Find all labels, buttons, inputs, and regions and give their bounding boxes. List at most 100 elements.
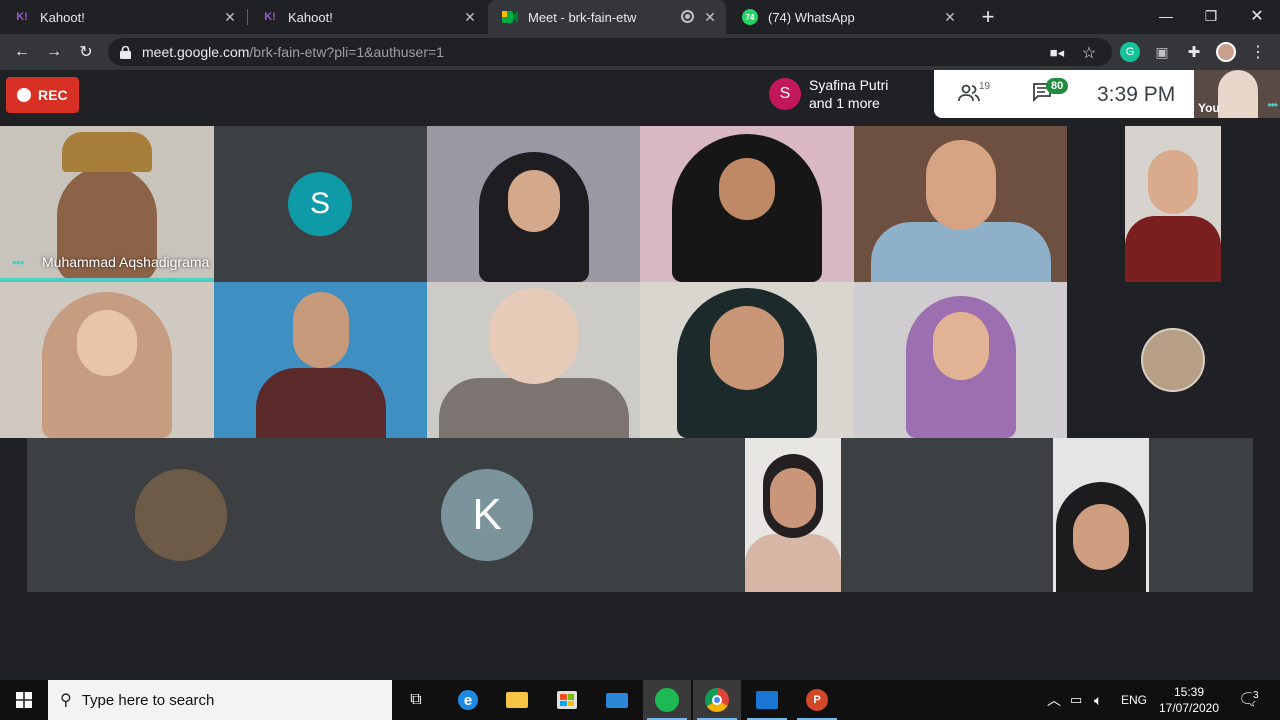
participant-tile[interactable] (427, 282, 640, 438)
notification-count: 3 (1251, 690, 1261, 701)
taskbar-date: 17/07/2020 (1158, 701, 1220, 715)
people-icon[interactable] (958, 84, 980, 107)
self-label: You (1198, 101, 1220, 115)
participant-face (77, 310, 137, 376)
participant-face (719, 158, 775, 220)
windows-taskbar: ⚲ Type here to search ⧉ e P ︿ ▭ 🔈︎ ENG 1… (0, 680, 1280, 720)
participant-figure (745, 534, 841, 592)
participant-tile[interactable]: K (333, 438, 639, 592)
windows-start-icon[interactable] (0, 680, 48, 720)
lock-icon (120, 45, 132, 59)
participant-tile[interactable] (745, 438, 841, 592)
spotify-icon[interactable] (643, 680, 691, 720)
window-close-icon[interactable]: ✕ (1243, 4, 1271, 28)
participant-tile[interactable] (854, 126, 1067, 282)
participant-face (488, 288, 579, 384)
tab-kahoot-2[interactable]: K! Kahoot! ✕ (248, 0, 486, 34)
restore-icon[interactable]: ❐ (1197, 4, 1225, 28)
puzzle-icon[interactable]: ✚ (1184, 42, 1204, 62)
battery-icon[interactable]: ▭ (1070, 680, 1082, 720)
forward-arrow-icon[interactable]: → (42, 40, 66, 64)
presenter-more: and 1 more (809, 95, 880, 111)
store-icon[interactable] (543, 680, 591, 720)
address-bar[interactable]: meet.google.com/brk-fain-etw?pli=1&authu… (108, 38, 1112, 66)
self-person (1218, 70, 1258, 118)
task-view-icon[interactable]: ⧉ (392, 680, 440, 720)
participant-tile[interactable] (1125, 126, 1221, 282)
meeting-clock: 3:39 PM (1097, 83, 1176, 106)
url-host: meet.google.com (142, 44, 250, 60)
participant-avatar (135, 469, 227, 561)
participant-tile[interactable] (1067, 282, 1280, 438)
participant-tile[interactable] (640, 282, 854, 438)
taskbar-clock[interactable]: 15:39 17/07/2020 (1156, 680, 1222, 720)
participant-avatar: K (441, 469, 533, 561)
search-placeholder: Type here to search (81, 691, 215, 709)
participant-tile[interactable]: S (214, 126, 427, 282)
participant-tile[interactable] (0, 282, 214, 438)
participant-tile[interactable]: ••• Muhammad Aqshadigrama (0, 126, 214, 282)
more-options-icon[interactable]: ••• (1267, 98, 1278, 112)
mail-icon[interactable] (593, 680, 641, 720)
volume-icon[interactable]: 🔈︎ (1094, 680, 1102, 720)
url-path: /brk-fain-etw?pli=1&authuser=1 (249, 44, 444, 60)
participant-tile[interactable] (214, 282, 427, 438)
tab-kahoot-1[interactable]: K! Kahoot! ✕ (0, 0, 246, 34)
extension-icon[interactable]: ▣ (1152, 42, 1172, 62)
edge-icon[interactable]: e (444, 680, 492, 720)
tab-whatsapp[interactable]: 74 (74) WhatsApp ✕ (728, 0, 966, 34)
self-view[interactable]: You ••• (1194, 70, 1280, 118)
rec-badge: REC (6, 77, 79, 113)
tab-title: Kahoot! (288, 9, 333, 25)
participant-figure (255, 368, 386, 438)
photos-icon[interactable] (743, 680, 791, 720)
back-arrow-icon[interactable]: ← (10, 40, 34, 64)
reload-icon[interactable]: ↻ (74, 40, 98, 64)
participant-avatar: S (288, 172, 352, 236)
participant-face (710, 306, 784, 390)
menu-kebab-icon[interactable]: ⋮ (1248, 42, 1268, 62)
presenter-avatar: S (769, 78, 801, 110)
meet-stage: REC S Syafina Putri and 1 more 19 80 3:39… (0, 70, 1280, 680)
close-icon[interactable]: ✕ (942, 9, 958, 25)
record-dot-icon (17, 88, 31, 102)
language-indicator[interactable]: ENG (1121, 680, 1147, 720)
participant-figure (1125, 216, 1221, 282)
minimize-icon[interactable]: — (1152, 4, 1180, 28)
rec-label: REC (38, 87, 68, 103)
new-tab-plus-icon[interactable]: + (976, 4, 1000, 29)
close-icon[interactable]: ✕ (222, 9, 238, 25)
tab-meet[interactable]: Meet - brk-fain-etw ✕ (488, 0, 726, 34)
bookmark-star-icon[interactable]: ☆ (1080, 44, 1098, 62)
close-icon[interactable]: ✕ (702, 9, 718, 25)
profile-avatar[interactable] (1216, 42, 1236, 62)
participant-tile[interactable] (854, 282, 1067, 438)
participant-avatar (1141, 328, 1205, 392)
chrome-icon[interactable] (693, 680, 741, 720)
kahoot-favicon-icon: K! (16, 11, 28, 23)
recording-indicator-icon (681, 10, 694, 23)
file-explorer-icon[interactable] (493, 680, 541, 720)
camera-icon[interactable]: ■◂ (1048, 44, 1066, 62)
more-options-icon[interactable]: ••• (12, 254, 25, 270)
tab-title: (74) WhatsApp (768, 9, 855, 25)
participant-figure (870, 222, 1051, 282)
powerpoint-icon[interactable]: P (793, 680, 841, 720)
grammarly-icon[interactable]: G (1120, 42, 1140, 62)
participant-tile[interactable] (640, 126, 854, 282)
participant-tile[interactable] (27, 438, 333, 592)
participant-tile[interactable] (427, 126, 640, 282)
chat-count-badge: 80 (1046, 78, 1069, 94)
participant-face (1073, 504, 1129, 570)
presenter-chip[interactable]: S Syafina Putri and 1 more (762, 70, 934, 118)
taskbar-search-box[interactable]: ⚲ Type here to search (48, 680, 392, 720)
whatsapp-favicon-icon: 74 (742, 9, 758, 25)
participant-tile[interactable] (1053, 438, 1149, 592)
search-icon: ⚲ (60, 692, 72, 709)
participant-face (925, 140, 996, 230)
participant-name: Muhammad Aqshadigrama (42, 254, 210, 270)
presenter-name: Syafina Putri (809, 77, 889, 93)
tray-chevron-up-icon[interactable]: ︿ (1047, 680, 1061, 720)
tab-title: Meet - brk-fain-etw (528, 9, 637, 25)
close-icon[interactable]: ✕ (462, 9, 478, 25)
